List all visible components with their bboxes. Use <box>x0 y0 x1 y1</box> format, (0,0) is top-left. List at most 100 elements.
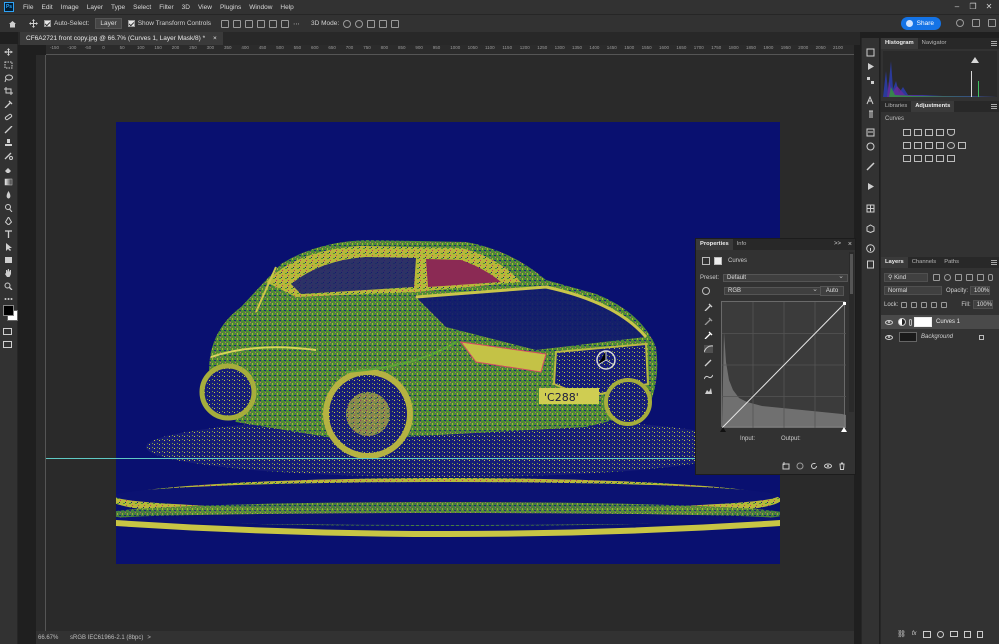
visibility-eye-icon[interactable] <box>885 319 893 325</box>
document-tab[interactable]: CF6A2721 front copy.jpg @ 66.7% (Curves … <box>20 32 223 45</box>
layer-row-curves[interactable]: Curves 1 <box>881 315 999 329</box>
background-thumbnail[interactable] <box>899 332 917 342</box>
blur-tool-icon[interactable] <box>4 191 13 199</box>
lock-icon[interactable] <box>979 335 984 340</box>
collapse-panel-icon[interactable]: >> <box>834 239 841 250</box>
panel-menu-icon[interactable] <box>991 260 997 265</box>
3d-slide-icon[interactable] <box>379 19 388 28</box>
selective-color-icon[interactable] <box>936 155 944 162</box>
character-panel-icon[interactable] <box>866 96 875 105</box>
zoom-level[interactable]: 66.67% <box>38 635 68 641</box>
new-layer-icon[interactable] <box>963 630 971 638</box>
horizontal-ruler[interactable]: -150 -100 -50 0 50 100 150 200 250 300 350 400 450 50… <box>46 45 854 55</box>
new-fill-layer-icon[interactable] <box>936 630 944 638</box>
filter-toggle-icon[interactable] <box>988 274 993 281</box>
history-brush-tool-icon[interactable] <box>4 152 13 160</box>
properties-scrollbar[interactable] <box>849 252 854 412</box>
menu-view[interactable]: View <box>194 4 216 11</box>
delete-layer-icon[interactable] <box>976 630 983 638</box>
tab-info[interactable]: Info <box>733 239 751 250</box>
share-button[interactable]: Share <box>900 17 941 30</box>
threshold-icon[interactable] <box>925 155 933 162</box>
panel-menu-icon[interactable] <box>991 41 997 46</box>
filter-adjustment-icon[interactable] <box>944 274 951 281</box>
dodge-tool-icon[interactable] <box>4 204 13 212</box>
document-canvas-image[interactable]: 'C288' <box>116 122 780 564</box>
3d-roll-icon[interactable] <box>355 19 364 28</box>
more-tools-icon[interactable] <box>4 295 13 303</box>
channel-mixer-icon[interactable] <box>947 142 955 149</box>
share-doc-icon[interactable] <box>988 19 996 27</box>
glyphs-panel-icon[interactable] <box>866 142 875 151</box>
tab-paths[interactable]: Paths <box>940 257 963 268</box>
history-panel-icon[interactable] <box>866 48 875 57</box>
transform-controls-checkbox[interactable]: Show Transform Controls <box>127 20 211 27</box>
auto-select-dropdown[interactable]: Layer <box>95 18 122 29</box>
properties-panel-icon[interactable] <box>866 128 875 137</box>
brushes-panel-icon[interactable] <box>866 162 875 171</box>
link-layers-icon[interactable]: ⛓ <box>897 630 906 638</box>
home-icon[interactable] <box>8 20 17 28</box>
menu-filter[interactable]: Filter <box>155 4 177 11</box>
3d-orbit-icon[interactable] <box>343 19 352 28</box>
layer-style-icon[interactable]: fx <box>912 631 917 637</box>
gradient-map-icon[interactable] <box>947 155 955 162</box>
eraser-tool-icon[interactable] <box>4 165 13 173</box>
layer-name-background[interactable]: Background <box>921 334 953 340</box>
hue-saturation-icon[interactable] <box>903 142 911 149</box>
align-bottom-icon[interactable] <box>281 19 290 28</box>
color-lookup-icon[interactable] <box>958 142 966 149</box>
screen-mode-icon[interactable] <box>3 341 12 348</box>
filter-shape-icon[interactable] <box>966 274 973 281</box>
lock-pixels-icon[interactable] <box>901 301 908 308</box>
new-group-icon[interactable] <box>949 631 958 637</box>
panel-menu-icon[interactable] <box>991 104 997 109</box>
close-panel-icon[interactable]: × <box>848 239 852 250</box>
white-input-slider[interactable] <box>841 427 847 432</box>
zoom-tool-icon[interactable] <box>4 282 13 290</box>
gray-point-eyedropper-icon[interactable] <box>704 317 713 325</box>
delete-adjustment-icon[interactable] <box>838 462 846 470</box>
vibrance-icon[interactable] <box>947 129 955 136</box>
photo-filter-icon[interactable] <box>936 142 944 149</box>
align-top-icon[interactable] <box>257 19 266 28</box>
actions-panel-icon[interactable] <box>866 62 875 71</box>
search-icon[interactable] <box>956 19 964 27</box>
draw-curve-pencil-icon[interactable] <box>704 359 713 367</box>
lock-position-icon[interactable] <box>921 301 928 308</box>
exposure-icon[interactable] <box>936 129 944 136</box>
minimize-icon[interactable]: – <box>952 2 962 12</box>
clip-to-layer-icon[interactable] <box>782 462 790 470</box>
clipping-warning-icon[interactable] <box>704 387 713 395</box>
gradient-tool-icon[interactable] <box>4 178 13 186</box>
path-selection-tool-icon[interactable] <box>4 243 13 251</box>
close-tab-icon[interactable]: × <box>213 35 217 42</box>
add-mask-icon[interactable] <box>922 630 931 638</box>
status-expand-arrow[interactable]: > <box>147 635 151 641</box>
layer-mask-thumbnail[interactable] <box>914 317 932 327</box>
more-options-icon[interactable]: ⋯ <box>293 20 301 28</box>
layer-row-background[interactable]: Background <box>881 330 999 344</box>
lock-all-icon[interactable] <box>941 301 948 308</box>
layer-name-curves[interactable]: Curves 1 <box>936 319 960 325</box>
close-window-icon[interactable]: ✕ <box>984 2 994 12</box>
timeline-panel-icon[interactable] <box>866 182 875 191</box>
fill-input[interactable]: 100% <box>972 300 993 309</box>
posterize-icon[interactable] <box>914 155 922 162</box>
move-tool-icon[interactable] <box>29 19 38 28</box>
filter-pixel-icon[interactable] <box>933 274 940 281</box>
tab-layers[interactable]: Layers <box>881 257 908 268</box>
curves-icon[interactable] <box>925 129 933 136</box>
curves-graph[interactable] <box>721 301 847 429</box>
layer-kind-filter[interactable]: ⚲ Kind <box>884 273 928 282</box>
rectangle-tool-icon[interactable] <box>4 256 13 264</box>
menu-file[interactable]: File <box>19 4 37 11</box>
view-previous-state-icon[interactable] <box>796 462 804 470</box>
3d-panel-icon[interactable] <box>866 224 875 233</box>
opacity-input[interactable]: 100% <box>970 286 991 295</box>
auto-button[interactable]: Auto <box>820 286 844 296</box>
black-point-eyedropper-icon[interactable] <box>704 303 713 311</box>
clone-stamp-tool-icon[interactable] <box>4 139 13 147</box>
black-white-icon[interactable] <box>925 142 933 149</box>
menu-plugins[interactable]: Plugins <box>216 4 245 11</box>
